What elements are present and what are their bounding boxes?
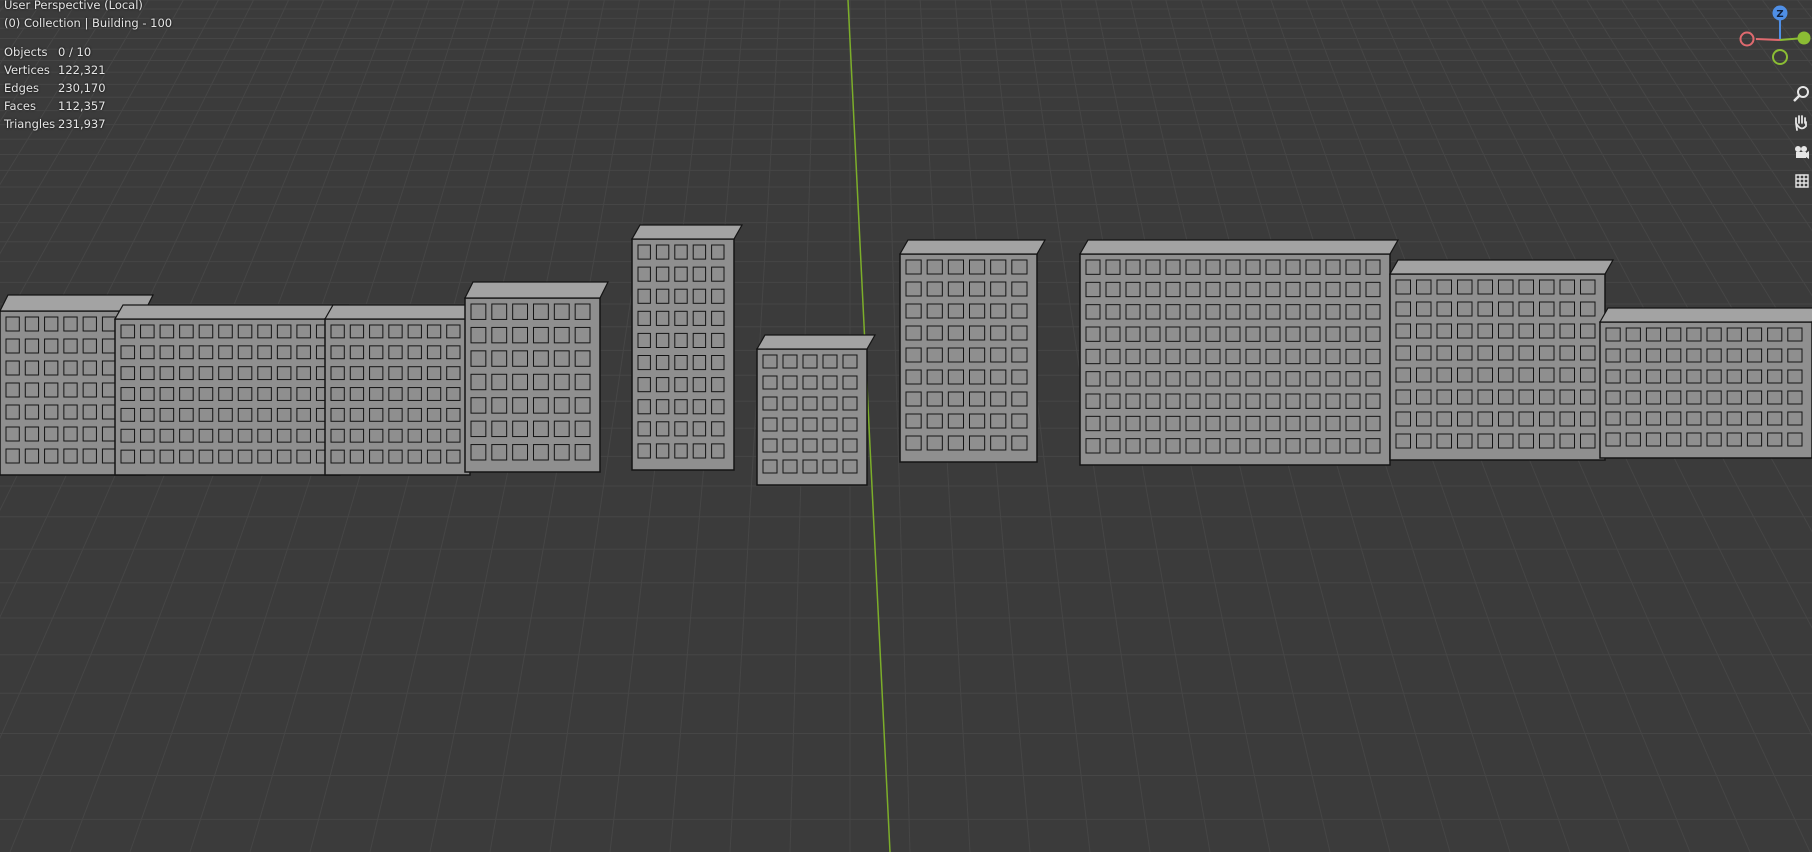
- camera-icon[interactable]: [1790, 141, 1812, 163]
- stat-faces: Faces 112,357: [4, 99, 106, 113]
- building-4[interactable]: [464, 281, 609, 473]
- building-9[interactable]: [1388, 259, 1615, 461]
- gizmo-z-label: Z: [1776, 9, 1783, 20]
- 3d-viewport[interactable]: User Perspective (Local) (0) Collection …: [0, 0, 1812, 852]
- zoom-icon[interactable]: [1790, 83, 1812, 105]
- stat-triangles: Triangles 231,937: [4, 117, 106, 131]
- navigation-gizmo[interactable]: Z: [1736, 0, 1812, 76]
- collection-label: (0) Collection | Building - 100: [4, 16, 173, 30]
- building-collection[interactable]: [0, 224, 1812, 486]
- building-8[interactable]: [1078, 239, 1400, 466]
- gizmo-y-axis[interactable]: [1797, 31, 1811, 45]
- scene-canvas[interactable]: [0, 0, 1812, 852]
- building-3[interactable]: [323, 304, 480, 476]
- building-10[interactable]: [1598, 307, 1812, 459]
- building-2[interactable]: [113, 304, 350, 476]
- building-5[interactable]: [630, 224, 744, 471]
- stat-objects: Objects 0 / 10: [4, 45, 92, 59]
- hand-pan-icon[interactable]: [1790, 112, 1812, 134]
- gizmo-neg-y-axis[interactable]: [1772, 49, 1788, 65]
- scene-statistics: Objects 0 / 10 Vertices 122,321 Edges 230,1…: [4, 43, 106, 133]
- building-6[interactable]: [755, 334, 877, 486]
- gizmo-neg-x-axis[interactable]: [1739, 31, 1755, 47]
- stat-edges: Edges 230,170: [4, 81, 106, 95]
- grid-view-icon[interactable]: [1790, 170, 1812, 192]
- viewport-title: User Perspective (Local): [4, 0, 143, 12]
- stat-vertices: Vertices 122,321: [4, 63, 106, 77]
- building-7[interactable]: [898, 239, 1047, 463]
